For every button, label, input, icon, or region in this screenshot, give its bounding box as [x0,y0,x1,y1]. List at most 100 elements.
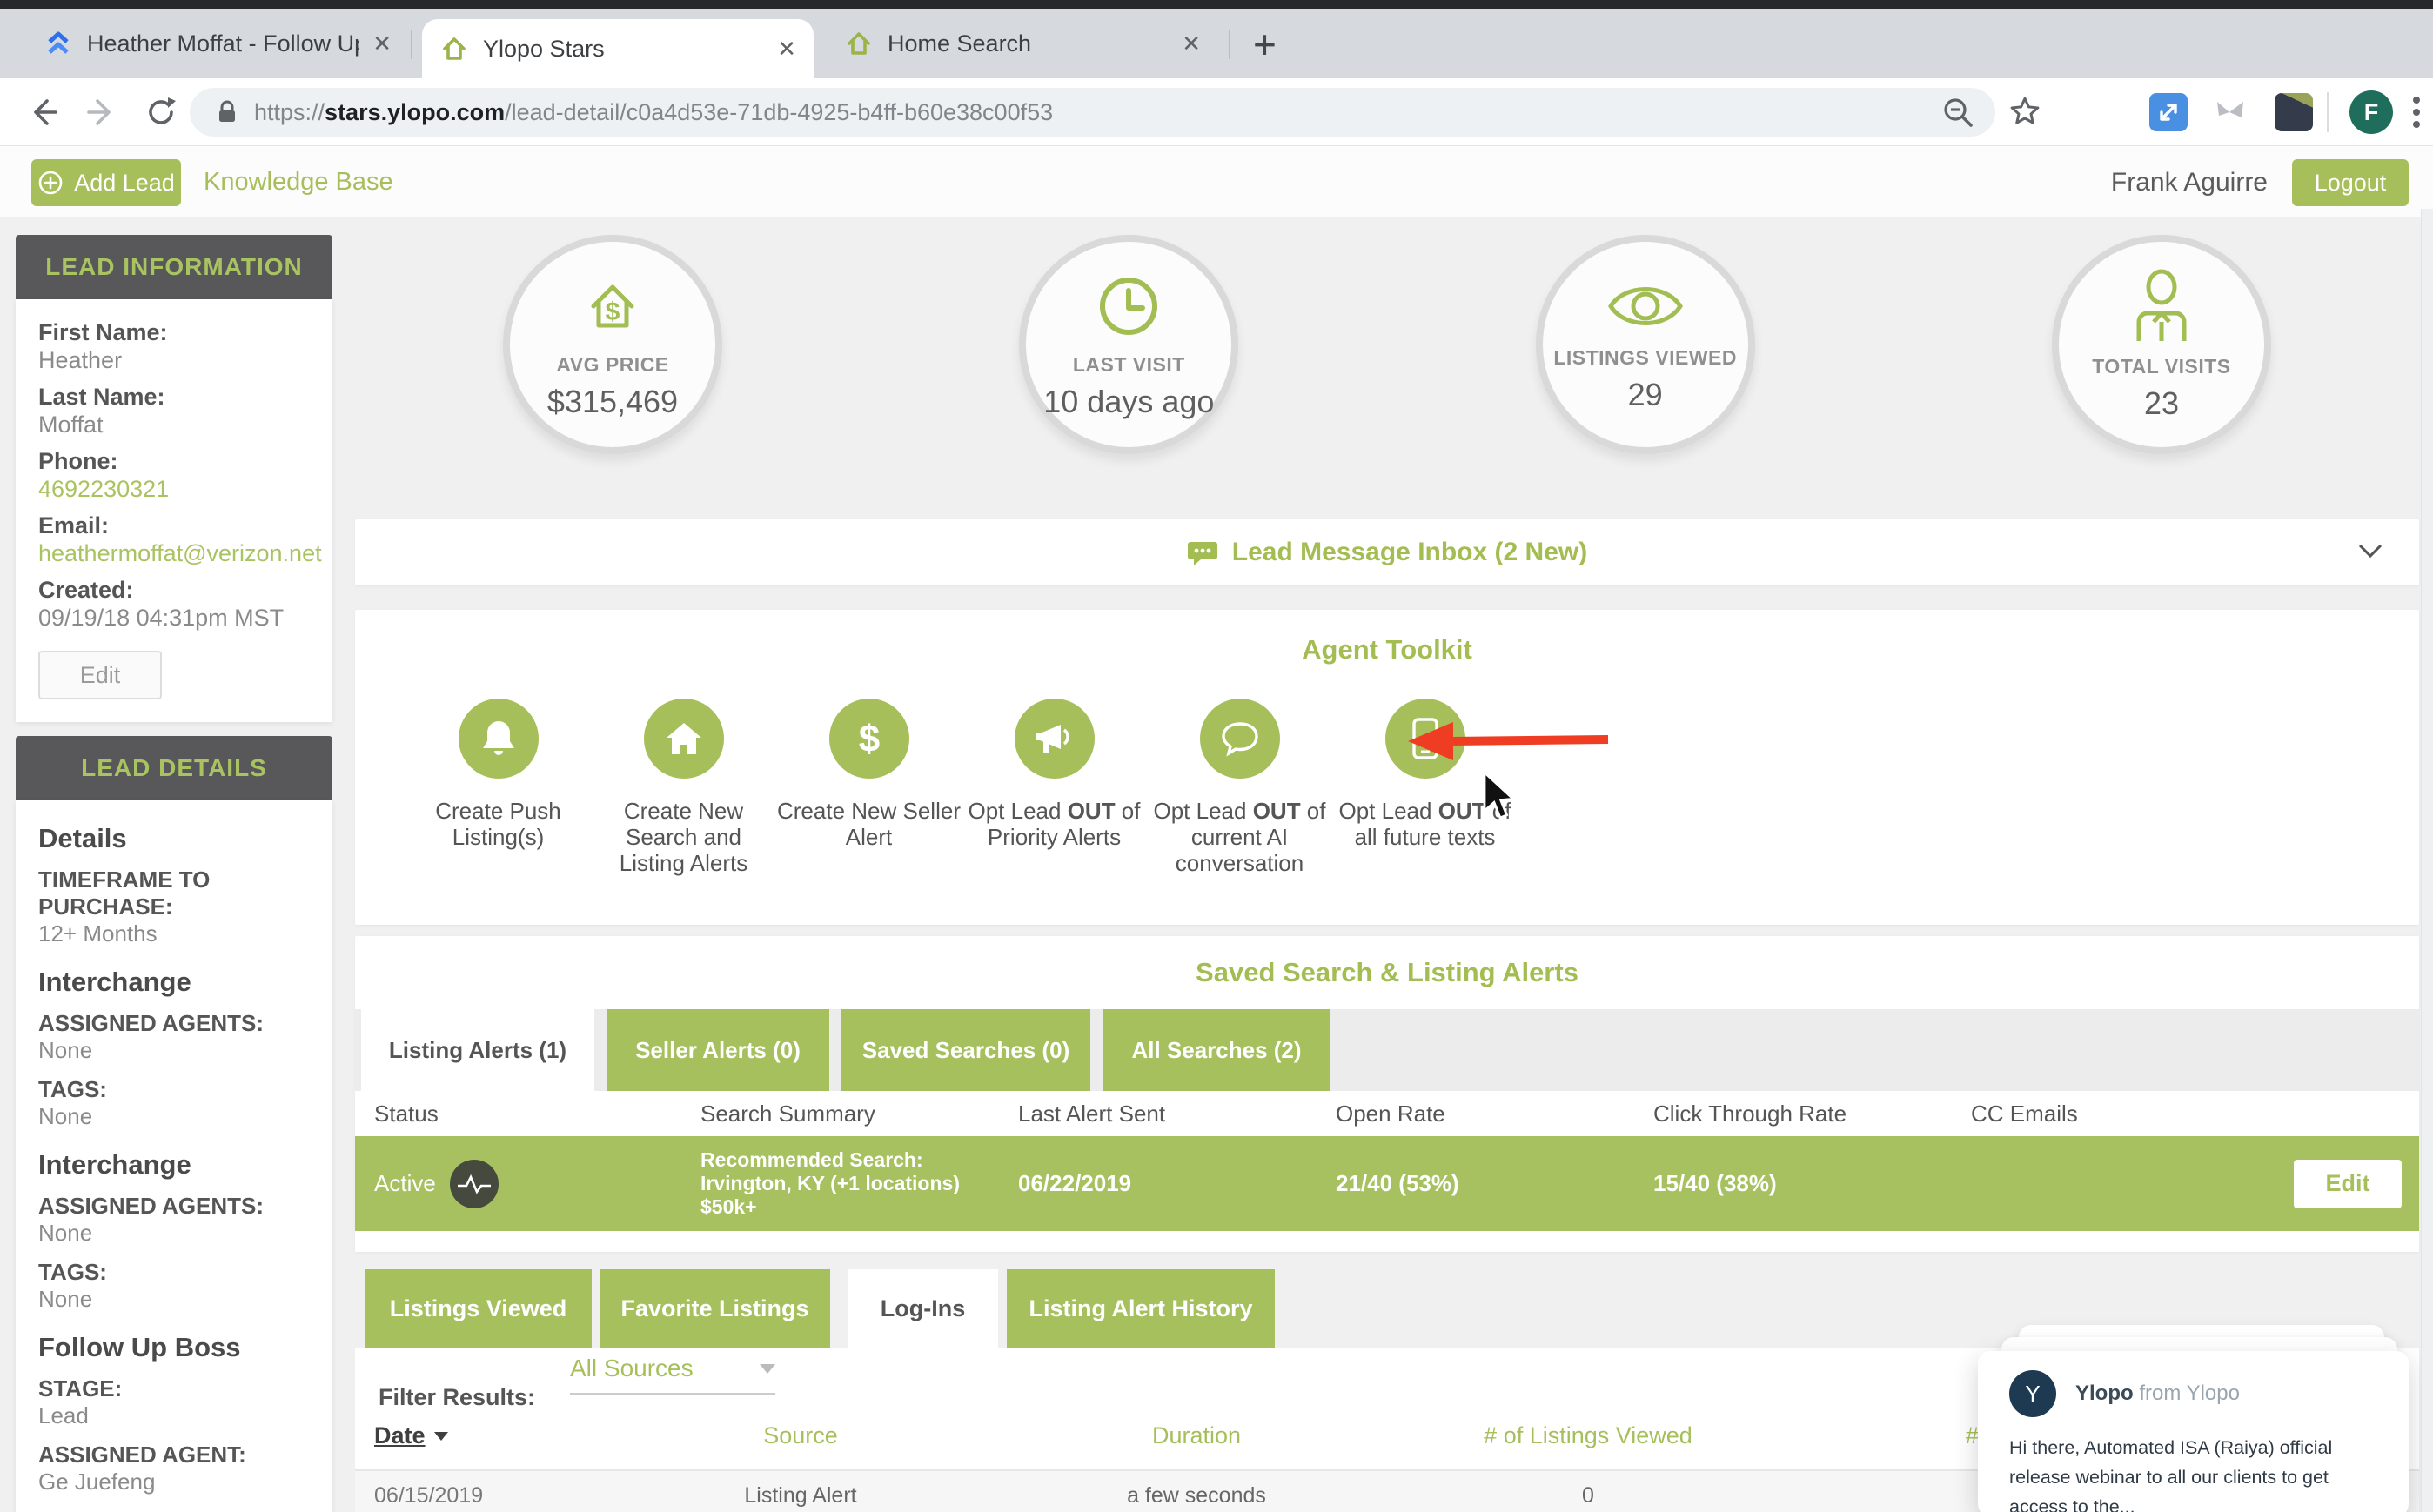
tab-all-searches[interactable]: All Searches (2) [1103,1009,1330,1091]
lead-sidebar: LEAD INFORMATION First Name: Heather Las… [16,235,332,1512]
search-summary-line: Recommended Search: [700,1148,1018,1172]
column-header: Click Through Rate [1653,1101,1971,1127]
saved-search-tabs: Listing Alerts (1) Seller Alerts (0) Sav… [355,1009,2419,1091]
chevron-down-icon[interactable] [2356,542,2384,559]
scrollbar-track[interactable] [2421,209,2433,1512]
forward-icon[interactable] [84,94,120,130]
lead-details-header: LEAD DETAILS [16,736,332,800]
house-dollar-icon: $ [576,270,649,343]
toolkit-label: Opt Lead OUT of Priority Alerts [962,798,1147,850]
tab-followupboss[interactable]: Heather Moffat - Follow Up Bo ✕ [26,9,409,78]
interchange-heading: Interchange [38,967,310,998]
last-alert-sent: 06/22/2019 [1018,1170,1336,1197]
tags-value: None [38,1103,310,1130]
toolkit-label: Create Push Listing(s) [406,798,591,850]
reload-icon[interactable] [143,94,179,130]
inbox-label: Lead Message Inbox (2 New) [1232,538,1587,567]
assigned-agents-value: None [38,1037,310,1064]
timeframe-label: TIMEFRAME TO PURCHASE: [38,866,310,920]
search-summary-line: Irvington, KY (+1 locations) [700,1172,1018,1195]
field-value: 09/19/18 04:31pm MST [38,604,310,632]
alert-status: Active [374,1170,436,1197]
lead-message-inbox-bar[interactable]: Lead Message Inbox (2 New) [355,519,2419,585]
tab-ylopo-stars[interactable]: Ylopo Stars ✕ [422,19,814,78]
lead-detail-main: $ AVG PRICE $315,469 LAST VISIT 10 days … [355,235,2419,1512]
ylopo-favicon [844,29,874,58]
extension-expand-icon[interactable] [2149,93,2188,131]
add-lead-button[interactable]: Add Lead [31,159,181,206]
chat-avatar: Y [2009,1370,2056,1417]
message-bubble-icon [1187,539,1218,566]
tab-saved-searches[interactable]: Saved Searches (0) [841,1009,1090,1091]
tab-listing-alerts[interactable]: Listing Alerts (1) [361,1009,594,1091]
field-label: Phone: [38,447,310,475]
login-duration: a few seconds [1009,1483,1384,1509]
knowledge-base-link[interactable]: Knowledge Base [204,168,393,197]
table-footer-strip [355,1231,2419,1252]
tab-favorite-listings[interactable]: Favorite Listings [600,1269,830,1348]
tab-listing-alert-history[interactable]: Listing Alert History [1007,1269,1275,1348]
stat-listings-viewed: LISTINGS VIEWED 29 [1536,235,1755,454]
lead-information-header: LEAD INFORMATION [16,235,332,299]
browser-toolbar: https://stars.ylopo.com/lead-detail/c0a4… [0,78,2433,146]
new-tab-button[interactable]: + [1253,21,1277,68]
field-label: First Name: [38,318,310,346]
phone-link[interactable]: 4692230321 [38,475,310,503]
bookmark-star-icon[interactable] [2007,94,2043,130]
tab-close-icon[interactable]: ✕ [372,30,392,57]
field-label: Last Name: [38,383,310,411]
assigned-agent-label: ASSIGNED AGENT: [38,1442,310,1469]
edit-lead-button[interactable]: Edit [38,651,162,699]
browser-profile-avatar[interactable]: F [2349,90,2393,134]
extension-butterfly-icon[interactable] [2212,97,2250,128]
chat-notification-card[interactable]: Y Ylopo from Ylopo Hi there, Automated I… [1978,1351,2409,1512]
extension-screenshot-icon[interactable] [2275,93,2313,131]
login-time: 12:01pm MST [374,1509,592,1512]
source-filter-dropdown[interactable]: All Sources [570,1355,775,1395]
login-listings-viewed: 0 [1384,1483,1793,1509]
zoom-out-icon[interactable] [1940,95,1975,130]
stat-avg-price: $ AVG PRICE $315,469 [503,235,722,454]
svg-text:$: $ [858,718,879,760]
column-header-date[interactable]: Date [374,1422,592,1449]
source-filter-value: All Sources [570,1355,694,1382]
column-header: Last Alert Sent [1018,1101,1336,1127]
tab-close-icon[interactable]: ✕ [777,36,796,63]
agent-toolkit-panel: Agent Toolkit Create Push Listing(s) Cre… [355,610,2419,925]
ylopo-favicon [439,34,469,64]
tab-listings-viewed[interactable]: Listings Viewed [365,1269,592,1348]
toolkit-opt-out-ai-conversation[interactable]: Opt Lead OUT of current AI conversation [1147,699,1332,876]
toolkit-items: Create Push Listing(s) Create New Search… [406,699,2419,876]
column-header: CC Emails [1971,1101,2400,1127]
agent-toolkit-title: Agent Toolkit [355,634,2419,666]
tab-seller-alerts[interactable]: Seller Alerts (0) [607,1009,829,1091]
tab-close-icon[interactable]: ✕ [1182,30,1201,57]
logout-button[interactable]: Logout [2292,159,2409,206]
listing-alert-row[interactable]: Active Recommended Search: Irvington, KY… [355,1136,2419,1231]
column-header: Duration [1009,1422,1384,1449]
back-icon[interactable] [24,94,61,130]
toolkit-create-new-search[interactable]: Create New Search and Listing Alerts [591,699,776,876]
edit-alert-button[interactable]: Edit [2294,1160,2402,1208]
stat-last-visit: LAST VISIT 10 days ago [1019,235,1238,454]
browser-menu-icon[interactable] [2412,95,2421,130]
tab-home-search[interactable]: Home Search ✕ [827,9,1218,78]
column-header: Source [592,1422,1009,1449]
toolkit-create-seller-alert[interactable]: $ Create New Seller Alert [776,699,962,876]
email-link[interactable]: heathermoffat@verizon.net [38,539,310,567]
smartphone-icon [1411,717,1440,760]
home-icon [664,720,704,757]
toolkit-opt-out-future-texts[interactable]: Opt Lead OUT of all future texts [1332,699,1518,876]
column-header: Status [374,1101,700,1127]
plus-circle-icon [37,170,64,196]
toolkit-opt-out-priority-alerts[interactable]: Opt Lead OUT of Priority Alerts [962,699,1147,876]
tab-log-ins[interactable]: Log-Ins [848,1269,998,1348]
stat-value: 29 [1628,377,1663,413]
chat-sender: Ylopo from Ylopo [2075,1382,2240,1406]
toolkit-create-push-listings[interactable]: Create Push Listing(s) [406,699,591,876]
browser-window: Heather Moffat - Follow Up Bo ✕ Ylopo St… [0,0,2433,1512]
lead-information-panel: First Name: Heather Last Name: Moffat Ph… [16,299,332,722]
login-source: Listing Alert [592,1483,1009,1509]
details-heading: Details [38,823,310,854]
url-bar[interactable]: https://stars.ylopo.com/lead-detail/c0a4… [190,88,1995,137]
